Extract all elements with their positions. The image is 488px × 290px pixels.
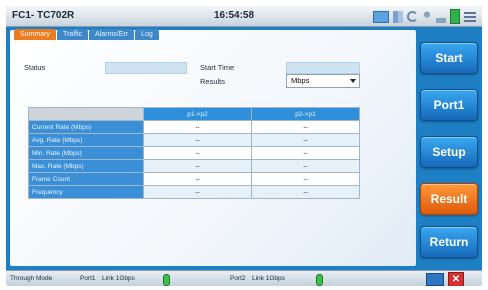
table-row: Avg. Rate (Mbps) -- -- bbox=[28, 133, 360, 147]
refresh-icon[interactable] bbox=[407, 11, 418, 22]
cell-p1-p2: -- bbox=[143, 133, 252, 147]
signal-icon bbox=[436, 10, 446, 23]
monitor-icon[interactable] bbox=[373, 10, 389, 23]
result-button[interactable]: Result bbox=[420, 183, 478, 215]
cell-p2-p1: -- bbox=[251, 133, 360, 147]
return-button[interactable]: Return bbox=[420, 226, 478, 258]
cell-p2-p1: -- bbox=[251, 146, 360, 160]
port1-link: Link 1Gbps bbox=[102, 275, 135, 282]
tab-bar: Summary Traffic Alarms/Err Log bbox=[14, 29, 159, 40]
row-label: Max. Rate (Mbps) bbox=[28, 159, 144, 173]
row-label: Current Rate (Mbps) bbox=[28, 120, 144, 134]
cell-p1-p2: -- bbox=[143, 185, 252, 199]
close-icon[interactable]: ✕ bbox=[448, 272, 464, 286]
network-icon[interactable] bbox=[393, 10, 403, 23]
table-header-corner bbox=[28, 107, 144, 121]
row-label: Avg. Rate (Mbps) bbox=[28, 133, 144, 147]
row-label: Frequency bbox=[28, 185, 144, 199]
cell-p1-p2: -- bbox=[143, 120, 252, 134]
port2-link: Link 1Gbps bbox=[252, 275, 285, 282]
summary-panel: Summary Traffic Alarms/Err Log Status St… bbox=[10, 29, 416, 266]
cell-p1-p2: -- bbox=[143, 146, 252, 160]
table-row: Min. Rate (Mbps) -- -- bbox=[28, 146, 360, 160]
tab-log[interactable]: Log bbox=[135, 29, 159, 40]
status-field bbox=[105, 62, 187, 74]
system-tray bbox=[373, 9, 476, 24]
mode-label: Through Mode bbox=[10, 275, 53, 282]
window-title: FC1- TC702R bbox=[12, 10, 75, 21]
battery-icon bbox=[450, 9, 460, 24]
start-time-label: Start Time bbox=[200, 63, 235, 72]
tab-summary[interactable]: Summary bbox=[14, 29, 56, 40]
table-header-row: p1->p2 p2->p1 bbox=[28, 107, 360, 121]
table-header-p1-p2: p1->p2 bbox=[143, 107, 252, 121]
keyboard-icon[interactable] bbox=[426, 273, 444, 286]
table-header-p2-p1: p2->p1 bbox=[251, 107, 360, 121]
row-label: Min. Rate (Mbps) bbox=[28, 146, 144, 160]
results-unit-value: Mbps bbox=[291, 76, 310, 85]
cell-p1-p2: -- bbox=[143, 172, 252, 186]
start-button[interactable]: Start bbox=[420, 42, 478, 74]
cell-p1-p2: -- bbox=[143, 159, 252, 173]
port2-link-led-icon bbox=[316, 274, 323, 286]
port2-label: Port2 bbox=[230, 275, 246, 282]
table-row: Frequency -- -- bbox=[28, 185, 360, 199]
row-label: Frame Count bbox=[28, 172, 144, 186]
tab-traffic[interactable]: Traffic bbox=[56, 29, 89, 40]
setup-button[interactable]: Setup bbox=[420, 136, 478, 168]
chevron-down-icon bbox=[350, 79, 356, 83]
menu-icon[interactable] bbox=[464, 11, 476, 22]
results-unit-select[interactable]: Mbps bbox=[286, 74, 360, 88]
cell-p2-p1: -- bbox=[251, 185, 360, 199]
table-row: Current Rate (Mbps) -- -- bbox=[28, 120, 360, 134]
port1-label: Port1 bbox=[80, 275, 96, 282]
device-screen: FC1- TC702R 16:54:58 Summary Traffic Ala… bbox=[6, 6, 482, 286]
title-bar: FC1- TC702R 16:54:58 bbox=[6, 6, 482, 27]
cell-p2-p1: -- bbox=[251, 172, 360, 186]
table-row: Max. Rate (Mbps) -- -- bbox=[28, 159, 360, 173]
status-label: Status bbox=[24, 63, 46, 72]
table-row: Frame Count -- -- bbox=[28, 172, 360, 186]
rate-table: p1->p2 p2->p1 Current Rate (Mbps) -- -- … bbox=[28, 107, 360, 199]
status-bar: Through Mode Port1 Link 1Gbps Port2 Link… bbox=[6, 270, 482, 286]
cell-p2-p1: -- bbox=[251, 120, 360, 134]
person-icon[interactable] bbox=[422, 10, 432, 23]
tab-alarms-err[interactable]: Alarms/Err bbox=[89, 29, 135, 40]
results-label: Results bbox=[200, 77, 226, 86]
port1-link-led-icon bbox=[163, 274, 170, 286]
start-time-field bbox=[286, 62, 360, 74]
cell-p2-p1: -- bbox=[251, 159, 360, 173]
port1-button[interactable]: Port1 bbox=[420, 89, 478, 121]
clock: 16:54:58 bbox=[214, 10, 255, 21]
